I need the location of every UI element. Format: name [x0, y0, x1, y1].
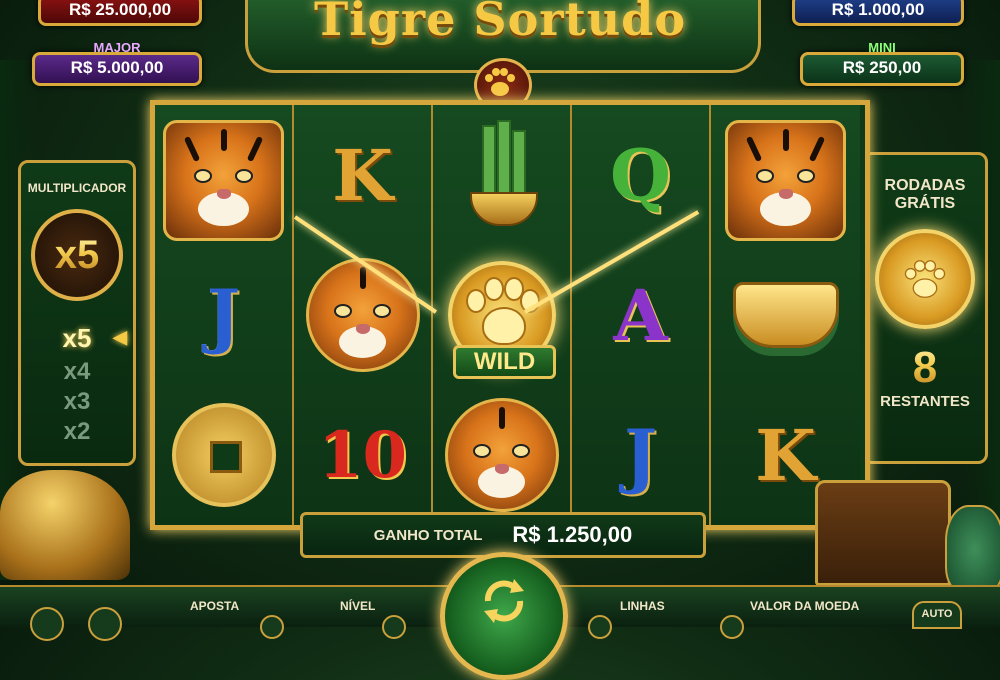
settings-button[interactable] [88, 607, 122, 641]
ten-symbol: 10 [317, 417, 408, 493]
multiplier-pointer-icon: ◀ [113, 327, 127, 347]
multiplier-panel: MULTIPLICADOR x5 x5 ◀ x4 x3 x2 [18, 160, 136, 466]
bamboo-pot-icon [462, 120, 542, 230]
letter-a-symbol: A [613, 273, 668, 357]
multiplier-title: MULTIPLICADOR [27, 181, 127, 195]
mini-jackpot: MINI R$ 250,00 [800, 40, 964, 86]
reel-4: Q A J [572, 105, 711, 525]
mini-jackpot-value: R$ 250,00 [842, 58, 922, 77]
treasure-chest [815, 480, 951, 586]
gold-ingot-symbol [711, 245, 860, 385]
letter-k-symbol: K [332, 133, 393, 217]
letter-j-symbol: J [206, 273, 241, 357]
free-spins-title-line1: RODADAS [884, 177, 966, 194]
level-label: NÍVEL [340, 599, 376, 613]
total-win-value: R$ 1.250,00 [512, 522, 633, 547]
tiger-face-icon [444, 398, 559, 512]
multiplier-current-badge: x5 [31, 209, 123, 301]
game-title: Tigre Sortudo [313, 0, 687, 46]
wild-symbol: WILD [433, 245, 570, 385]
bamboo-symbol [433, 105, 570, 245]
multiplier-step: x3 [63, 388, 91, 415]
free-spins-paw-icon [875, 229, 975, 329]
tiger-symbol [433, 385, 570, 525]
multiplier-step: x4 [63, 358, 91, 385]
coin-value-decrease-button[interactable] [720, 615, 744, 639]
free-spins-remaining-label: RESTANTES [880, 393, 970, 410]
lines-increase-button[interactable] [588, 615, 612, 639]
multiplier-ladder: x5 ◀ x4 x3 x2 [21, 323, 133, 446]
chinese-coin-icon [171, 403, 276, 507]
tiger-symbol [294, 245, 431, 385]
grand-jackpot-value: R$ 25.000,00 [68, 0, 172, 19]
reel-5: K [711, 105, 860, 525]
gold-ingot-icon [732, 282, 839, 348]
minor-jackpot-value: R$ 1.000,00 [831, 0, 925, 19]
major-jackpot-label: MAJOR [93, 40, 141, 55]
coin-symbol [155, 385, 292, 525]
major-jackpot-value: R$ 5.000,00 [70, 58, 164, 77]
tiger-face-icon [163, 119, 284, 241]
jade-vase [945, 505, 1000, 594]
multiplier-step: x2 [63, 418, 91, 445]
multiplier-current-value: x5 [54, 232, 100, 277]
bet-label: APOSTA [190, 599, 240, 613]
minor-jackpot: R$ 1.000,00 [792, 0, 964, 26]
reel-grid: J K 10 WILD Q A J K [150, 100, 870, 530]
spin-arrows-icon [484, 579, 524, 623]
golden-tiger-statue [0, 470, 130, 580]
tiger-symbol [711, 110, 860, 250]
reel-1: J [155, 105, 294, 525]
info-button[interactable] [30, 607, 64, 641]
grand-jackpot: R$ 25.000,00 [38, 0, 202, 26]
free-spins-title-line2: GRÁTIS [894, 195, 956, 212]
spin-button[interactable] [440, 552, 568, 680]
coin-value-label: VALOR DA MOEDA [750, 599, 860, 613]
bet-decrease-button[interactable] [260, 615, 284, 639]
total-win-label: GANHO TOTAL [373, 526, 483, 544]
lines-label: LINHAS [620, 599, 665, 613]
major-jackpot: MAJOR R$ 5.000,00 [32, 40, 202, 86]
mini-jackpot-label: MINI [868, 40, 896, 55]
letter-q-symbol: Q [610, 133, 671, 217]
wild-label: WILD [453, 345, 556, 379]
tiger-face-icon [305, 258, 420, 372]
tiger-face-icon [725, 119, 846, 241]
multiplier-step-active: x5 ◀ [62, 323, 127, 353]
free-spins-count: 8 [865, 343, 985, 393]
letter-j-symbol: J [623, 413, 658, 497]
reel-3: WILD [433, 105, 572, 525]
level-decrease-button[interactable] [382, 615, 406, 639]
free-spins-panel: RODADAS GRÁTIS 8 RESTANTES [862, 152, 988, 464]
tiger-symbol [155, 110, 292, 250]
reel-2: K 10 [294, 105, 433, 525]
